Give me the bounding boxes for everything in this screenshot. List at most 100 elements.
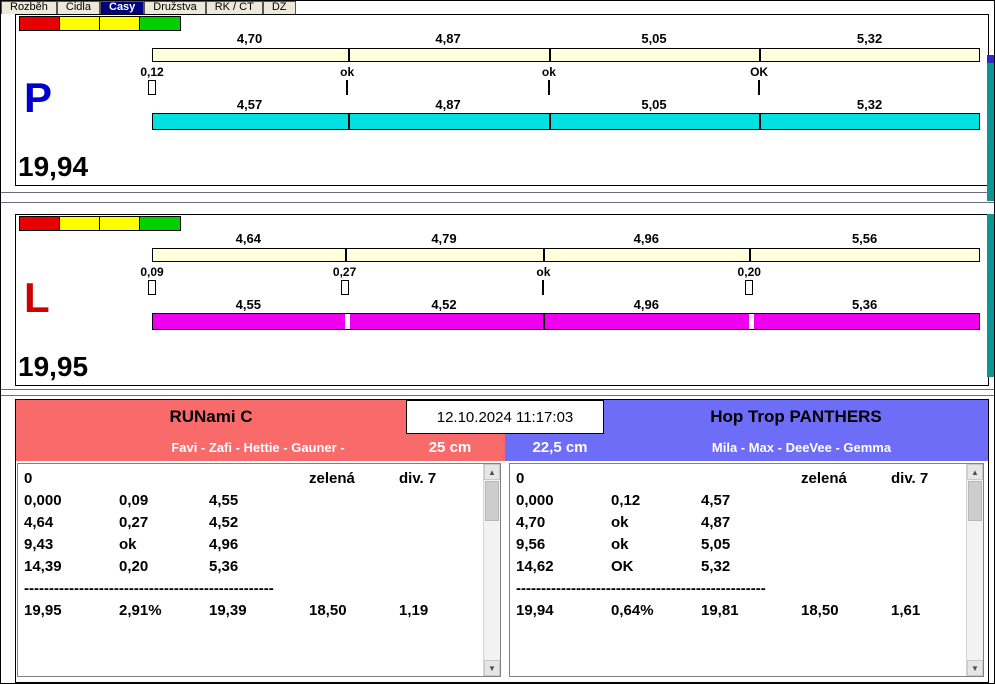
grid-separator	[1, 186, 994, 214]
scrollbar[interactable]: ▲ ▼	[483, 464, 500, 676]
lane-letter: P	[24, 74, 53, 121]
tab-cidla[interactable]: Čidla	[56, 1, 100, 14]
split-value: 4,87	[435, 97, 461, 112]
change-ticks-row	[148, 280, 980, 297]
measured-bar	[152, 113, 980, 130]
bar-divider	[548, 114, 551, 129]
bar-divider	[758, 114, 761, 129]
tab-rk-ct[interactable]: RK / ČT	[205, 1, 263, 14]
measured-bar	[152, 313, 980, 330]
results-right-panel[interactable]: 0 zelená div. 7 0,000 0,12 4,57 4,70 ok …	[509, 463, 984, 677]
tab-druzstva[interactable]: Družstva	[144, 1, 206, 14]
change-label: OK	[750, 65, 769, 79]
results-divider: ----------------------------------------…	[24, 580, 274, 597]
change-label: 0,20	[737, 265, 761, 279]
change-tick-line	[547, 80, 550, 95]
yellow-light-2	[100, 17, 140, 30]
bar-divider	[347, 114, 350, 129]
scroll-up-icon: ▲	[488, 467, 496, 477]
tab-casy[interactable]: Časy	[100, 1, 145, 14]
change-label: ok	[340, 65, 355, 79]
results-header-row: 0 zelená div. 7	[516, 470, 929, 487]
split-value: 5,05	[641, 31, 667, 46]
results-left-text: 0 zelená div. 7 0,000 0,09 4,55 4,64 0,2…	[18, 464, 482, 676]
split-value: 5,56	[851, 231, 878, 246]
expected-bar	[152, 248, 980, 262]
scoreboard-body: 0 zelená div. 7 0,000 0,09 4,55 4,64 0,2…	[17, 461, 984, 679]
scroll-down-icon: ▼	[971, 663, 979, 673]
scrollbar[interactable]: ▲ ▼	[966, 464, 983, 676]
bar-divider	[543, 314, 546, 329]
change-tick-box	[340, 280, 349, 295]
split-value: 5,36	[851, 297, 878, 312]
scroll-down-button[interactable]: ▼	[967, 660, 983, 676]
results-left-panel[interactable]: 0 zelená div. 7 0,000 0,09 4,55 4,64 0,2…	[17, 463, 501, 677]
yellow-light-1	[60, 217, 100, 230]
scoreboard-header-row: RUNami C 12.10.2024 11:17:03 Hop Trop PA…	[16, 400, 988, 434]
results-row: 4,64 0,27 4,52	[24, 514, 239, 531]
expected-split-row: 4,70 4,87 5,05 5,32	[152, 31, 980, 46]
team-right-subheader: 22,5 cm Mila - Max - DeeVee - Gemma	[505, 434, 988, 461]
bar-gap	[748, 314, 754, 329]
bar-divider	[347, 49, 350, 61]
measured-split-row: 4,55 4,52 4,96 5,36	[152, 297, 980, 312]
change-tick-box	[148, 280, 156, 295]
grid-separator	[1, 386, 994, 399]
change-label: ok	[536, 265, 551, 279]
scroll-thumb[interactable]	[485, 481, 499, 521]
split-value: 4,96	[633, 297, 659, 312]
bar-divider	[748, 249, 751, 261]
tab-bar: Rozběh Čidla Časy Družstva RK / ČT DZ	[1, 1, 994, 14]
split-value: 4,79	[431, 231, 457, 246]
change-tick-box	[148, 80, 156, 95]
tab-dz[interactable]: DZ	[262, 1, 296, 14]
change-tick-box	[745, 280, 754, 295]
scroll-up-button[interactable]: ▲	[484, 464, 500, 480]
scroll-up-icon: ▲	[971, 467, 979, 477]
scroll-down-icon: ▼	[488, 663, 496, 673]
results-row: 0,000 0,09 4,55	[24, 492, 239, 509]
change-labels-row: 0,09 0,27 ok 0,20	[140, 265, 980, 279]
scroll-up-button[interactable]: ▲	[967, 464, 983, 480]
measured-split-row: 4,57 4,87 5,05 5,32	[152, 97, 980, 112]
bar-divider	[548, 49, 551, 61]
scroll-down-button[interactable]: ▼	[484, 660, 500, 676]
team-right-name: Hop Trop PANTHERS	[604, 400, 988, 434]
results-row: 14,62 OK 5,32	[516, 558, 731, 575]
change-tick-line	[542, 280, 545, 295]
bar-divider	[543, 249, 546, 261]
team-left-subheader: Favi - Zafi - Hettie - Gauner - 25 cm	[16, 434, 505, 461]
scroll-thumb[interactable]	[968, 481, 982, 521]
lane-total-time: 19,94	[18, 151, 89, 182]
tab-rozbeh[interactable]: Rozběh	[1, 1, 57, 14]
results-divider: ----------------------------------------…	[516, 580, 766, 597]
change-tick-line	[346, 80, 349, 95]
results-totals-row: 19,94 0,64% 19,81 18,50 1,61	[516, 602, 921, 619]
edge-marker	[987, 55, 994, 63]
yellow-light-2	[100, 217, 140, 230]
yellow-light-1	[60, 17, 100, 30]
right-edge-strip	[987, 214, 994, 377]
application-window: Rozběh Čidla Časy Družstva RK / ČT DZ P …	[0, 0, 995, 684]
split-value: 4,57	[236, 97, 263, 112]
expected-bar	[152, 48, 980, 62]
bar-divider	[345, 249, 348, 261]
scoreboard: RUNami C 12.10.2024 11:17:03 Hop Trop PA…	[15, 399, 989, 683]
expected-split-row: 4,64 4,79 4,96 5,56	[152, 231, 980, 246]
lane-bars: 4,70 4,87 5,05 5,32 0,12 ok ok OK 4,57 4…	[140, 15, 980, 185]
team-left-height: 25 cm	[428, 439, 472, 456]
lane-bars: 4,64 4,79 4,96 5,56 0,09 0,27 ok 0,20 4,…	[140, 215, 980, 385]
change-label: 0,12	[140, 65, 164, 79]
right-edge-strip	[987, 63, 994, 201]
red-light	[20, 17, 60, 30]
bar-divider	[758, 49, 761, 61]
lane-l-panel: L 19,95 4,64 4,79 4,96 5,56 0,09 0,27 ok…	[15, 214, 989, 386]
results-header-row: 0 zelená div. 7	[24, 470, 437, 487]
change-label: 0,27	[332, 265, 357, 279]
team-right-dogs: Mila - Max - DeeVee - Gemma	[711, 440, 892, 455]
bar-gap	[345, 314, 351, 329]
change-ticks-row	[148, 80, 980, 97]
team-left-name: RUNami C	[16, 400, 406, 434]
split-value: 4,55	[235, 297, 261, 312]
change-labels-row: 0,12 ok ok OK	[140, 65, 980, 79]
